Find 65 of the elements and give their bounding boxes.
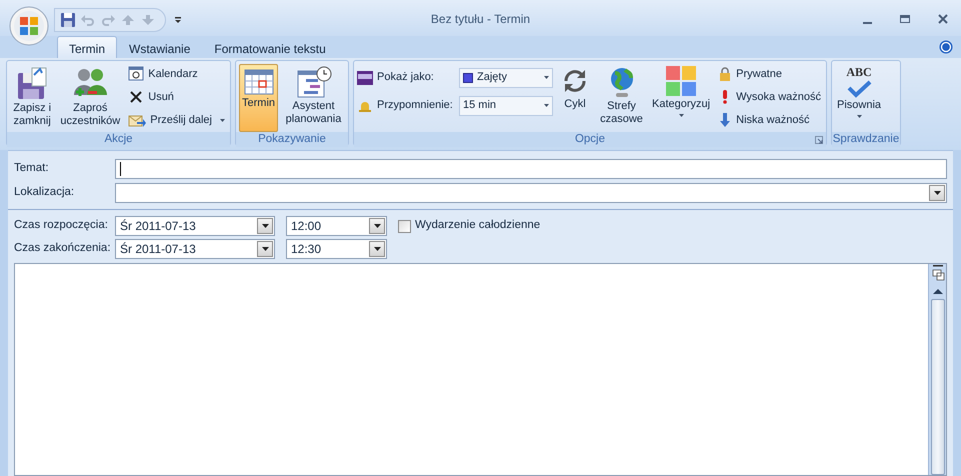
checkbox-label: Wydarzenie całodzienne bbox=[415, 218, 540, 234]
dropdown-button[interactable] bbox=[257, 218, 273, 234]
field-label: Czas rozpoczęcia: bbox=[14, 218, 109, 234]
ribbon-tab[interactable]: Termin bbox=[57, 36, 118, 58]
field-label: Lokalizacja: bbox=[14, 185, 76, 200]
dropdown-field[interactable]: 15 min bbox=[459, 96, 553, 116]
ribbon-button[interactable]: Niska ważność bbox=[716, 110, 823, 130]
down-arrow-icon bbox=[141, 13, 155, 27]
up-arrow-icon bbox=[121, 13, 135, 27]
dropdown-button[interactable] bbox=[929, 185, 945, 201]
caret-icon bbox=[374, 247, 380, 251]
group-label: Sprawdzanie bbox=[832, 132, 900, 147]
delete-icon bbox=[128, 89, 144, 105]
check-mark-icon bbox=[845, 80, 874, 98]
ribbon-button[interactable]: Kategoryzuj bbox=[650, 64, 712, 132]
field-label: Temat: bbox=[14, 161, 50, 176]
down-arrow-icon bbox=[718, 113, 732, 127]
time-combo-field[interactable]: 12:00 bbox=[286, 216, 387, 236]
ribbon-button[interactable]: Zapisz i zamknij bbox=[10, 64, 54, 132]
undo-icon bbox=[81, 13, 95, 27]
ribbon-button[interactable]: Cykl bbox=[557, 64, 593, 132]
window-title: Bez tytułu - Termin bbox=[430, 12, 530, 26]
text-cursor bbox=[120, 162, 121, 176]
ribbon-button[interactable]: Asystent planowania bbox=[282, 64, 345, 132]
ribbon-button[interactable]: ABC Pisownia bbox=[835, 64, 884, 132]
ribbon-tab[interactable]: Wstawianie bbox=[117, 36, 202, 58]
ribbon-button[interactable]: Prywatne bbox=[716, 64, 823, 84]
group-label: Opcje bbox=[574, 132, 606, 147]
caret-icon bbox=[262, 224, 268, 228]
dropdown-button[interactable] bbox=[369, 241, 385, 257]
group-label: Pokazywanie bbox=[258, 132, 326, 147]
caret-icon bbox=[374, 224, 380, 228]
padlock-icon bbox=[718, 67, 732, 81]
icon-text: ABC bbox=[846, 66, 872, 78]
caret-icon bbox=[934, 191, 940, 195]
ribbon-button[interactable]: Kalendarz bbox=[126, 64, 227, 84]
save-icon bbox=[61, 13, 75, 27]
schedule-clock-icon bbox=[296, 65, 332, 99]
dropdown-button[interactable] bbox=[257, 241, 273, 257]
time-combo-field[interactable]: 12:30 bbox=[286, 239, 387, 259]
redo-icon bbox=[101, 13, 115, 27]
ribbon-button[interactable]: Usuń bbox=[126, 87, 227, 107]
ribbon-button[interactable]: Termin bbox=[239, 64, 278, 132]
caret-icon bbox=[262, 247, 268, 251]
ribbon-button[interactable]: Prześlij dalej bbox=[126, 110, 227, 130]
group-label: Akcje bbox=[104, 132, 133, 147]
date-combo-field[interactable]: Śr 2011-07-13 bbox=[115, 216, 275, 236]
date-combo-field[interactable]: Śr 2011-07-13 bbox=[115, 239, 275, 259]
busy-status-icon bbox=[357, 70, 373, 84]
field-label: Czas zakończenia: bbox=[14, 241, 112, 256]
field-label: Pokaż jako: bbox=[377, 70, 435, 86]
ribbon-button[interactable]: Strefy czasowe bbox=[597, 64, 646, 132]
close-icon bbox=[938, 14, 948, 24]
location-combo-field[interactable] bbox=[115, 183, 947, 203]
ribbon-button[interactable]: Wysoka ważność bbox=[716, 87, 823, 107]
ribbon-tab[interactable]: Formatowanie tekstu bbox=[202, 36, 338, 58]
color-squares-icon bbox=[665, 65, 698, 97]
checkbox[interactable] bbox=[398, 220, 411, 232]
dropdown-button[interactable] bbox=[369, 218, 385, 234]
dropdown-field[interactable]: Zajęty bbox=[459, 68, 553, 88]
calendar-search-icon bbox=[128, 66, 144, 82]
ribbon-button[interactable]: Zaproś uczestników bbox=[58, 64, 122, 132]
subject-input-field[interactable] bbox=[115, 159, 947, 179]
field-label: Przypomnienie: bbox=[377, 98, 454, 114]
customize-menu-icon bbox=[174, 16, 182, 24]
